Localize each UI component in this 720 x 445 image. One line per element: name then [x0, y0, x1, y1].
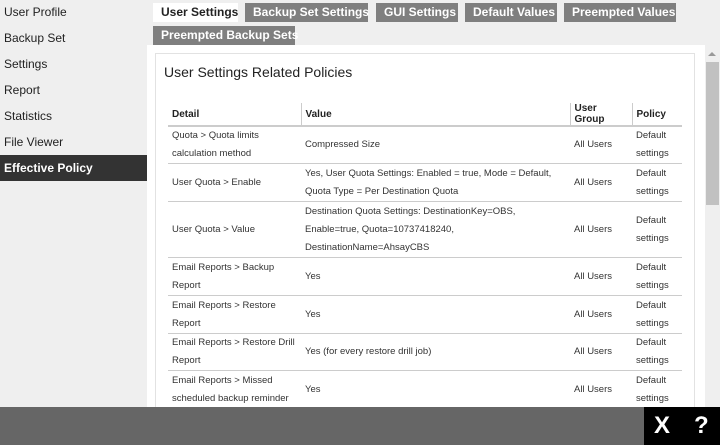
- cell-user-group: All Users: [570, 163, 632, 202]
- cell-policy: Default settings: [632, 126, 682, 164]
- table-row: User Quota > Value Destination Quota Sett…: [168, 201, 682, 258]
- policy-table: Detail Value User Group Policy Quota > Q…: [168, 103, 682, 407]
- cell-detail: User Quota > Enable: [168, 163, 301, 202]
- column-header-value: Value: [300, 103, 570, 127]
- help-button[interactable]: ?: [694, 412, 709, 440]
- cell-user-group: All Users: [570, 257, 632, 296]
- cell-value: Yes (for every restore drill job): [301, 333, 570, 371]
- sidebar-item-backup-set[interactable]: Backup Set: [0, 25, 147, 51]
- tab-bar: User Settings Backup Set Settings GUI Se…: [147, 0, 720, 45]
- cell-policy: Default settings: [632, 370, 682, 407]
- bottom-bar: X ?: [0, 407, 720, 445]
- tab-preempted-values[interactable]: Preempted Values: [564, 3, 676, 22]
- cell-value: Yes, User Quota Settings: Enabled = true…: [301, 163, 570, 202]
- vertical-scrollbar[interactable]: [705, 45, 720, 407]
- tab-gui-settings[interactable]: GUI Settings: [376, 3, 458, 22]
- table-row: User Quota > Enable Yes, User Quota Setti…: [168, 163, 682, 202]
- cell-value: Compressed Size: [301, 126, 570, 164]
- cell-policy: Default settings: [632, 295, 682, 334]
- cell-detail: Email Reports > Restore Report: [168, 295, 301, 334]
- close-button[interactable]: X: [654, 412, 670, 440]
- cell-policy: Default settings: [632, 163, 682, 202]
- sidebar-item-effective-policy[interactable]: Effective Policy: [0, 155, 147, 181]
- cell-detail: User Quota > Value: [168, 201, 301, 258]
- table-row: Email Reports > Restore Report Yes All Use…: [168, 295, 682, 334]
- cell-detail: Email Reports > Missed scheduled backup …: [168, 370, 301, 407]
- cell-detail: Email Reports > Backup Report: [168, 257, 301, 296]
- cell-user-group: All Users: [570, 126, 632, 164]
- sidebar-item-statistics[interactable]: Statistics: [0, 103, 147, 129]
- tab-default-values[interactable]: Default Values: [465, 3, 557, 22]
- sidebar-item-user-profile[interactable]: User Profile: [0, 0, 147, 25]
- policies-panel: User Settings Related Policies Detail Va…: [155, 53, 695, 407]
- cell-detail: Quota > Quota limits calculation method: [168, 126, 301, 164]
- cell-user-group: All Users: [570, 333, 632, 371]
- main-content: User Settings Related Policies Detail Va…: [147, 45, 705, 407]
- sidebar-item-report[interactable]: Report: [0, 77, 147, 103]
- column-header-policy: Policy: [631, 103, 682, 127]
- column-header-user-group: User Group: [569, 103, 632, 127]
- window-controls: X ?: [644, 407, 720, 445]
- cell-policy: Default settings: [632, 257, 682, 296]
- table-row: Email Reports > Missed scheduled backup …: [168, 370, 682, 407]
- table-row: Email Reports > Restore Drill Report Yes …: [168, 333, 682, 371]
- cell-value: Yes: [301, 295, 570, 334]
- sidebar: User Profile Backup Set Settings Report …: [0, 0, 147, 407]
- tab-preempted-backup-sets[interactable]: Preempted Backup Sets: [153, 26, 298, 45]
- table-row: Quota > Quota limits calculation method C…: [168, 126, 682, 164]
- cell-detail: Email Reports > Restore Drill Report: [168, 333, 301, 371]
- cell-policy: Default settings: [632, 333, 682, 371]
- cell-value: Yes: [301, 257, 570, 296]
- sidebar-item-settings[interactable]: Settings: [0, 51, 147, 77]
- tab-backup-set-settings[interactable]: Backup Set Settings: [245, 3, 369, 22]
- column-header-detail: Detail: [168, 103, 301, 127]
- cell-user-group: All Users: [570, 295, 632, 334]
- table-row: Email Reports > Backup Report Yes All User…: [168, 257, 682, 296]
- tab-user-settings[interactable]: User Settings: [153, 3, 238, 22]
- cell-user-group: All Users: [570, 201, 632, 258]
- sidebar-item-file-viewer[interactable]: File Viewer: [0, 129, 147, 155]
- cell-user-group: All Users: [570, 370, 632, 407]
- scrollbar-thumb[interactable]: [706, 62, 719, 205]
- scroll-up-arrow-icon[interactable]: [708, 52, 716, 56]
- panel-title: User Settings Related Policies: [164, 64, 353, 80]
- cell-value: Yes: [301, 370, 570, 407]
- cell-value: Destination Quota Settings: DestinationK…: [301, 201, 570, 258]
- cell-policy: Default settings: [632, 201, 682, 258]
